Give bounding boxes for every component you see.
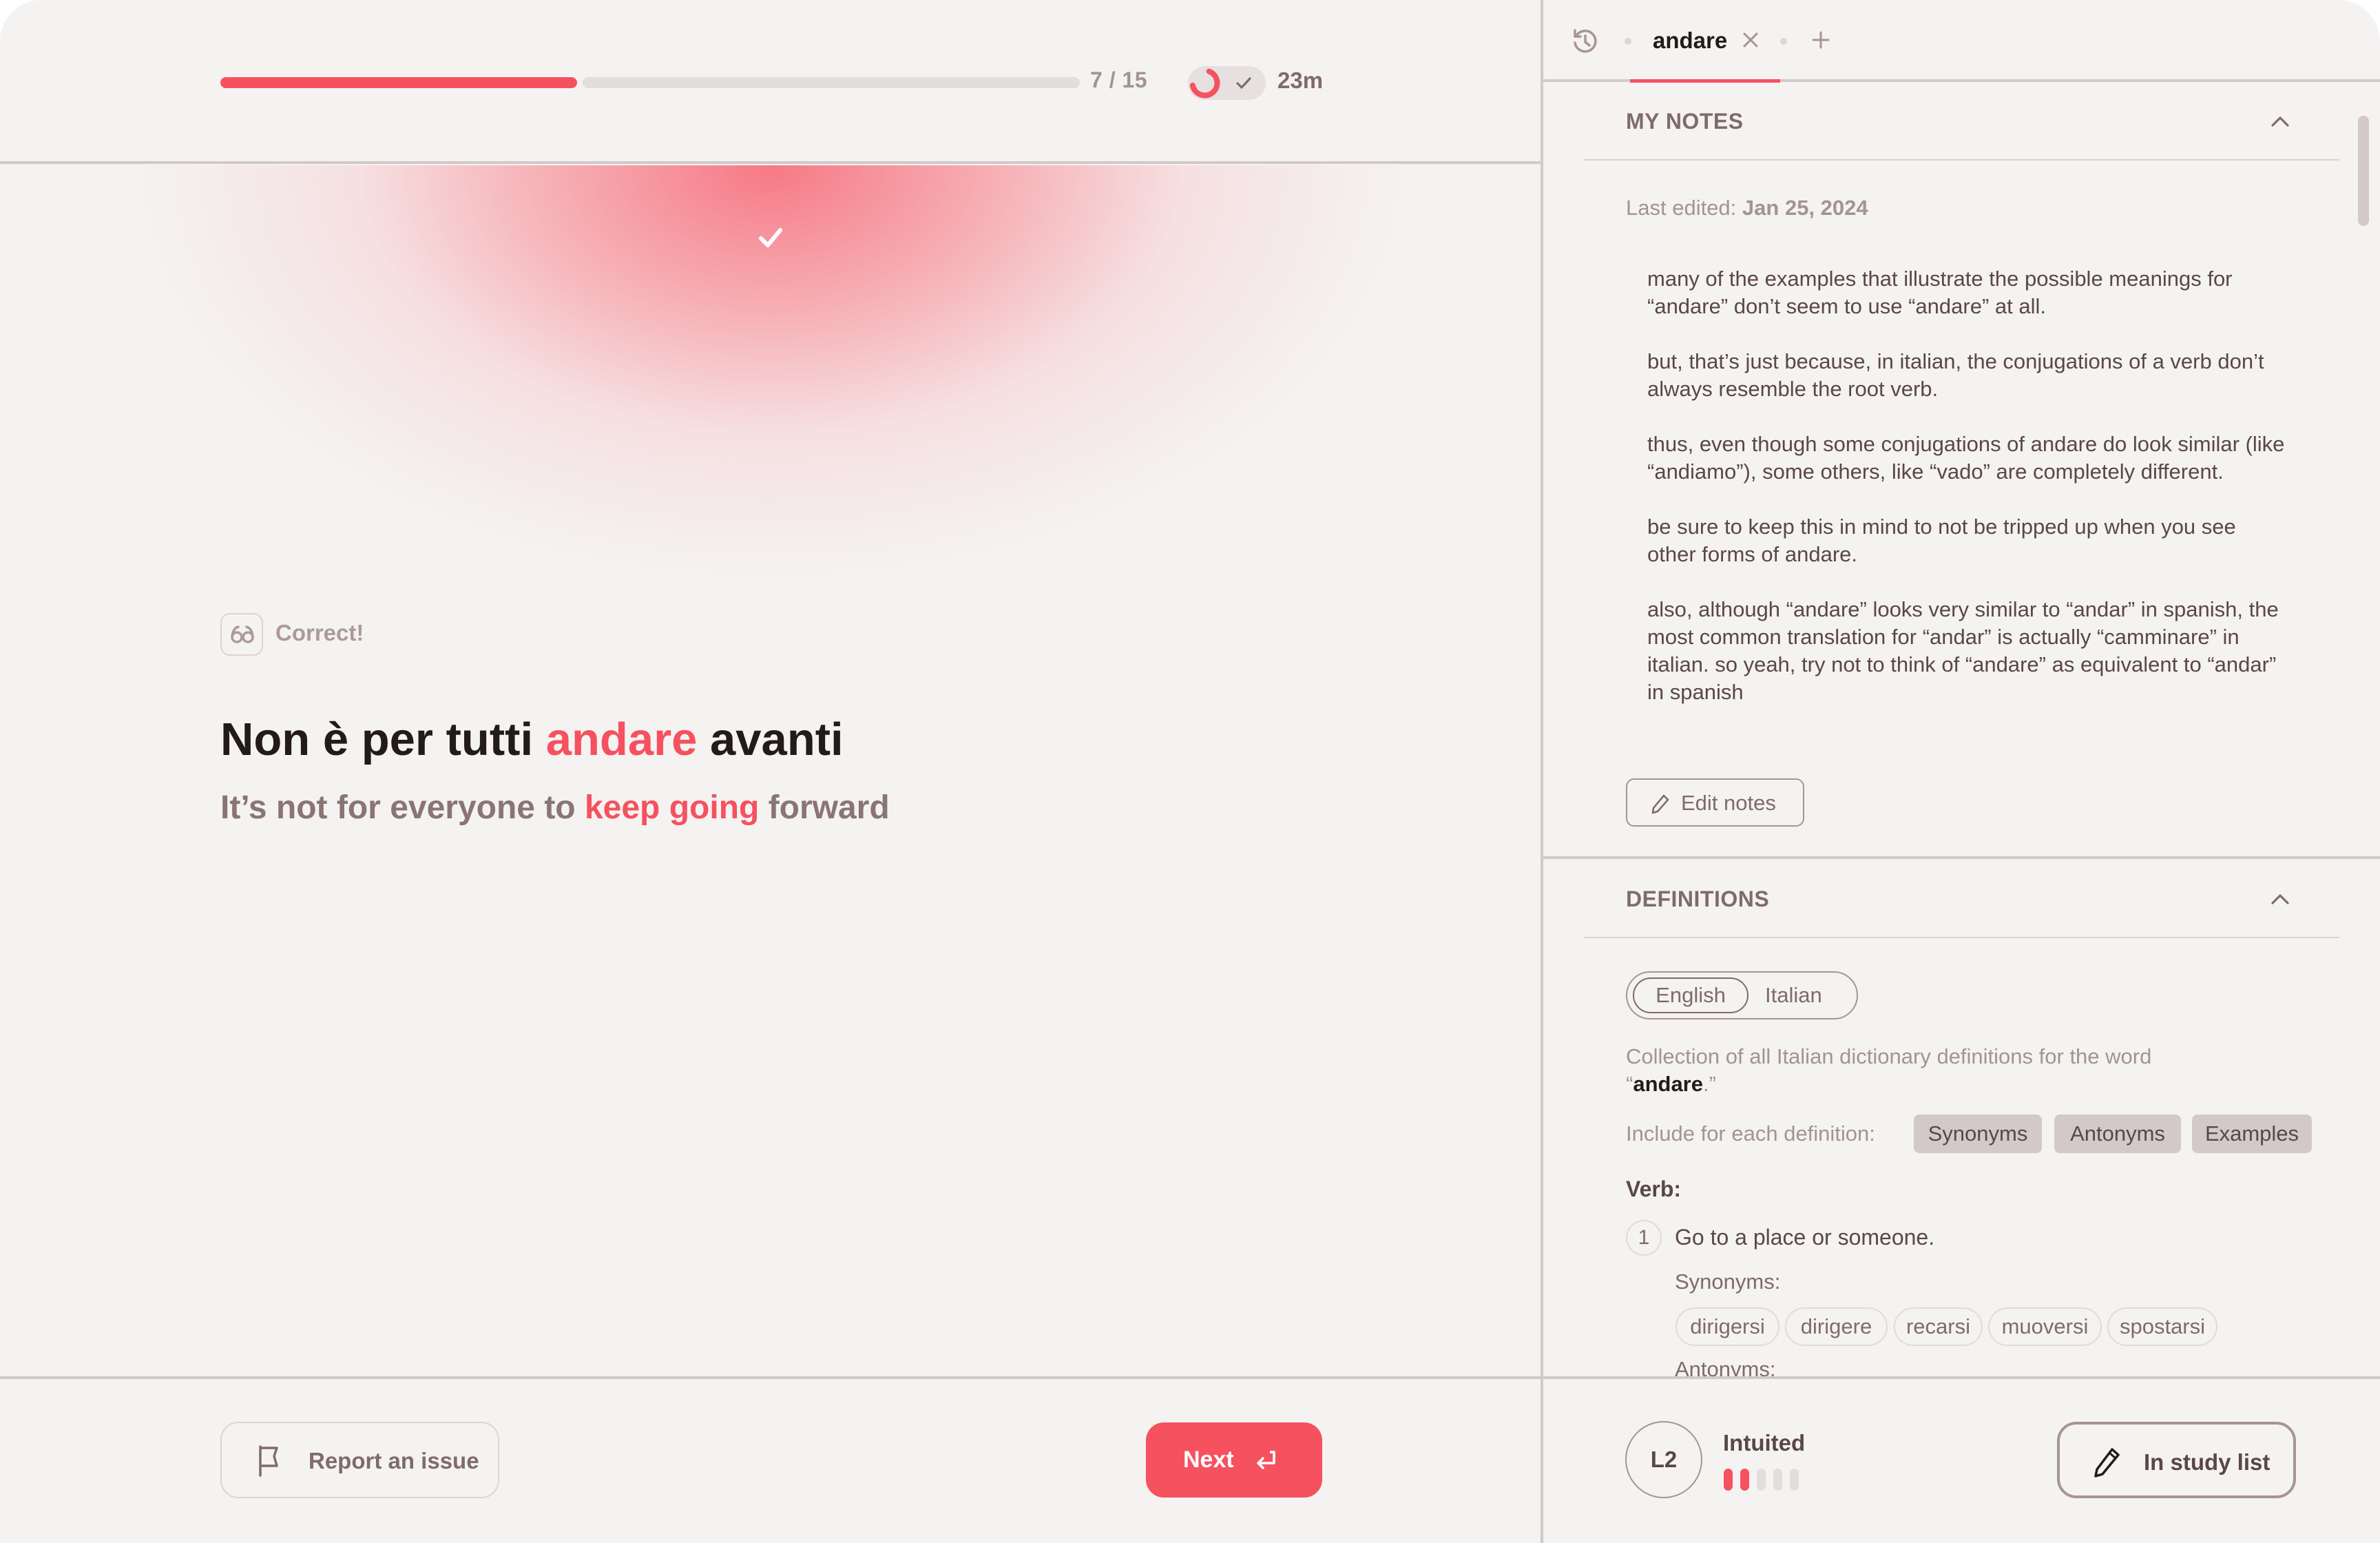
level-badge: L2 xyxy=(1625,1421,1702,1498)
chevron-up-icon[interactable] xyxy=(2270,114,2290,129)
target-word[interactable]: andare xyxy=(546,714,698,765)
progress-bar-track xyxy=(583,77,1080,88)
chevron-up-icon[interactable] xyxy=(2270,891,2290,907)
flag-icon xyxy=(259,1445,278,1477)
synonym-chip[interactable]: spostarsi xyxy=(2107,1307,2217,1346)
description-word: andare xyxy=(1633,1072,1703,1096)
translation-text: forward xyxy=(759,789,890,826)
level-dot-filled xyxy=(1740,1469,1749,1491)
timer-label: 23m xyxy=(1277,68,1324,93)
include-label: Include for each definition: xyxy=(1626,1121,1875,1146)
sentence-text: avanti xyxy=(697,714,844,765)
level-dot-empty xyxy=(1790,1469,1799,1491)
note-paragraph: many of the examples that illustrate the… xyxy=(1647,267,2233,318)
last-edited-date: Jan 25, 2024 xyxy=(1742,196,1868,220)
language-option-italian[interactable]: Italian xyxy=(1765,977,1822,1013)
definitions-description: Collection of all Italian dictionary def… xyxy=(1626,1043,2246,1098)
level-dot-empty xyxy=(1757,1469,1766,1491)
edit-notes-label: Edit notes xyxy=(1681,791,1776,815)
synonym-chip[interactable]: dirigere xyxy=(1785,1307,1888,1346)
app-window: 7 / 15 23m Correct! Non è per tutti anda… xyxy=(0,0,2380,1543)
note-paragraph: be sure to keep this in mind to not be t… xyxy=(1647,515,2236,566)
antonyms-label: Antonyms: xyxy=(1675,1357,1776,1378)
study-list-label: In study list xyxy=(2144,1449,2271,1475)
side-panel-scroll-area[interactable]: MY NOTES Last edited: Jan 25, 2024 many … xyxy=(1543,0,2380,1378)
note-paragraph: but, that’s just because, in italian, th… xyxy=(1647,349,2264,401)
footer-divider xyxy=(0,1376,1541,1379)
english-translation: It’s not for everyone to keep going forw… xyxy=(220,789,890,827)
language-toggle: English Italian xyxy=(1626,971,1858,1019)
include-examples-toggle[interactable]: Examples xyxy=(2192,1115,2312,1153)
definitions-header-divider xyxy=(1584,937,2339,938)
include-antonyms-toggle[interactable]: Antonyms xyxy=(2054,1115,2181,1153)
side-footer-divider xyxy=(1543,1376,2380,1379)
next-label: Next xyxy=(1183,1447,1234,1473)
glasses-icon-badge xyxy=(220,613,263,656)
notes-section-title: MY NOTES xyxy=(1626,109,1744,134)
progress-bar-fill xyxy=(220,77,577,88)
include-synonyms-toggle[interactable]: Synonyms xyxy=(1914,1115,2042,1153)
part-of-speech-label: Verb: xyxy=(1626,1177,1682,1201)
level-dot-filled xyxy=(1724,1469,1733,1491)
check-icon xyxy=(1236,77,1251,89)
enter-icon xyxy=(1257,1451,1275,1469)
language-option-english[interactable]: English xyxy=(1633,977,1749,1013)
last-edited: Last edited: Jan 25, 2024 xyxy=(1626,196,1868,220)
progress-count: 7 / 15 xyxy=(1090,68,1148,92)
pencil-icon xyxy=(1651,794,1669,814)
level-dot-empty xyxy=(1773,1469,1782,1491)
note-paragraph: thus, even though some conjugations of a… xyxy=(1647,432,2285,484)
timer-ring-icon xyxy=(1189,68,1220,99)
notes-body: many of the examples that illustrate the… xyxy=(1647,265,2288,734)
synonym-chip[interactable]: dirigersi xyxy=(1676,1307,1779,1346)
glasses-icon xyxy=(231,625,254,643)
note-paragraph: also, although “andare” looks very simil… xyxy=(1647,597,2279,704)
definition-number: 1 xyxy=(1626,1220,1662,1256)
translation-text: It’s not for everyone to xyxy=(220,789,585,826)
result-label: Correct! xyxy=(275,620,364,645)
sentence-text: Non è per tutti xyxy=(220,714,546,765)
target-translation: keep going xyxy=(584,789,760,826)
check-icon xyxy=(759,228,782,247)
report-issue-button[interactable]: Report an issue xyxy=(220,1422,499,1498)
section-divider xyxy=(1543,856,2380,859)
synonym-chip[interactable]: muoversi xyxy=(1988,1307,2102,1346)
pencil-icon xyxy=(2094,1448,2120,1478)
study-list-button[interactable]: In study list xyxy=(2057,1422,2296,1498)
definitions-section-title: DEFINITIONS xyxy=(1626,887,1770,911)
side-panel-scrollbar[interactable] xyxy=(2358,116,2369,226)
level-name: Intuited xyxy=(1723,1430,1806,1456)
italian-sentence: Non è per tutti andare avanti xyxy=(220,713,844,766)
definition-text: Go to a place or someone. xyxy=(1675,1225,1935,1250)
edit-notes-button[interactable]: Edit notes xyxy=(1626,778,1804,827)
description-text: .” xyxy=(1703,1072,1716,1096)
last-edited-label: Last edited: xyxy=(1626,196,1737,220)
synonym-chip[interactable]: recarsi xyxy=(1894,1307,1983,1346)
practice-pane: 7 / 15 23m Correct! Non è per tutti anda… xyxy=(0,0,1541,1543)
notes-header-divider xyxy=(1584,159,2339,160)
header-divider xyxy=(0,161,1541,164)
next-button[interactable]: Next xyxy=(1146,1422,1322,1498)
report-issue-label: Report an issue xyxy=(309,1448,479,1473)
synonyms-label: Synonyms: xyxy=(1675,1270,1781,1294)
